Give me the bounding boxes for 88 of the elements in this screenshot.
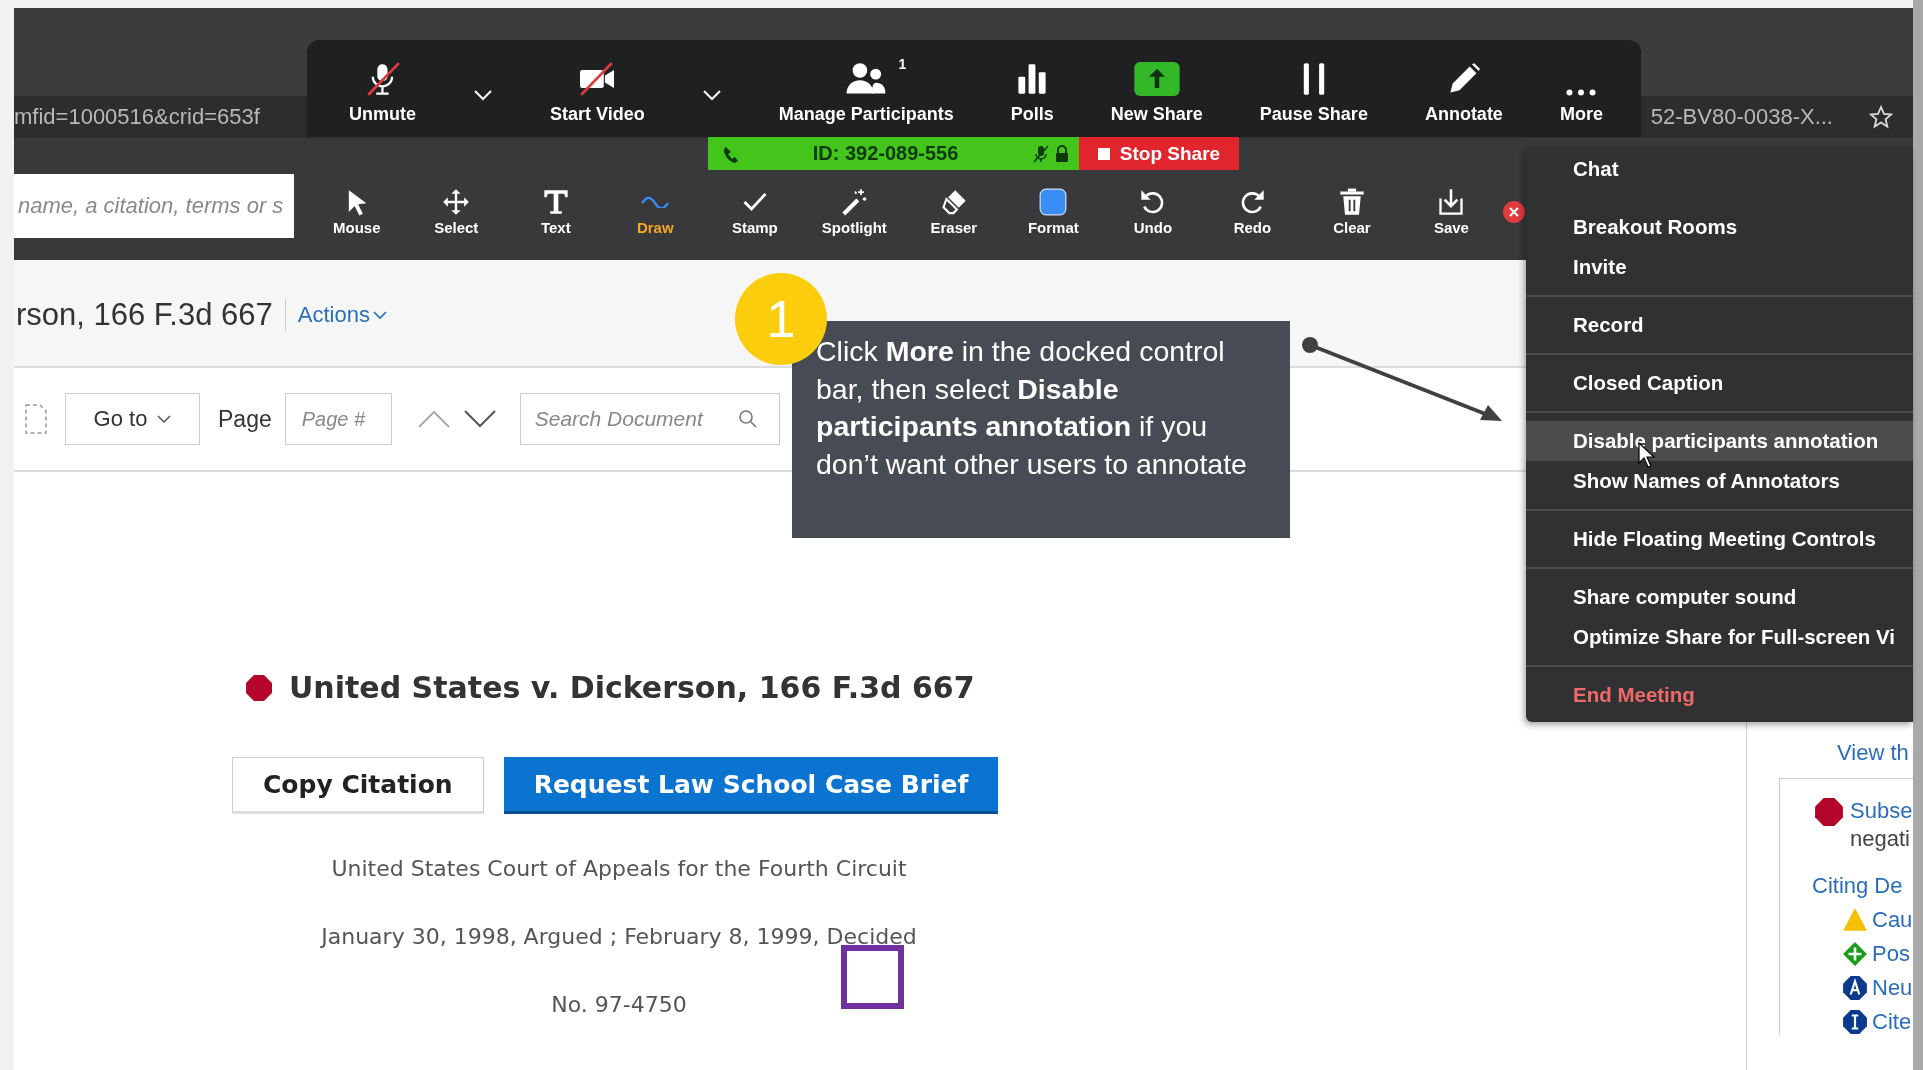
case-title: rson, 166 F.3d 667 (16, 297, 273, 333)
callout-box: Click More in the docked control bar, then select Disable participants annotation if you don’t want other users to annotate (792, 321, 1290, 538)
meeting-control-button[interactable]: New Share (1110, 40, 1203, 137)
move-icon (442, 187, 471, 216)
meeting-control-button[interactable]: Polls (1010, 40, 1054, 137)
caret-icon (473, 88, 493, 101)
annotation-tool[interactable]: Mouse (307, 187, 407, 236)
annotation-tool[interactable]: Redo (1202, 187, 1303, 236)
download-icon (1437, 187, 1466, 216)
participant-count: 1 (898, 56, 907, 72)
chevron-down-icon[interactable] (463, 410, 496, 428)
people-icon (846, 62, 887, 96)
more-icon (1566, 89, 1597, 96)
side-link[interactable]: Subse (1850, 797, 1913, 825)
magic-wand-icon (840, 187, 869, 216)
mic-muted-icon (1033, 144, 1049, 163)
menu-item[interactable]: Hide Floating Meeting Controls (1526, 519, 1913, 559)
lock-icon (1055, 144, 1069, 163)
annotation-tool[interactable]: Format (1003, 187, 1104, 236)
annotation-tool[interactable]: Select (406, 187, 507, 236)
page-number-field[interactable]: Page # (284, 393, 392, 445)
annotation-tool[interactable]: Stamp (705, 187, 805, 236)
meeting-control-button[interactable]: 1 Manage Participants (778, 40, 954, 137)
trash-icon (1337, 187, 1366, 216)
stop-share-button[interactable]: Stop Share (1079, 137, 1239, 170)
octagon-icon (1842, 1009, 1868, 1035)
side-link[interactable]: View th (1747, 740, 1913, 766)
annotation-tool[interactable]: Spotlight (804, 187, 905, 236)
document-text: United States Court of Appeals for the Fourth Circuit (331, 855, 907, 883)
meeting-control-button[interactable]: Unmute (349, 40, 416, 137)
chevron-down-icon (372, 310, 387, 320)
color-swatch-icon (1039, 187, 1068, 216)
stop-icon (1097, 147, 1110, 160)
request-brief-button[interactable]: Request Law School Case Brief (503, 757, 999, 814)
close-icon[interactable] (1503, 200, 1526, 223)
annotation-rectangle (841, 945, 904, 1009)
go-to-dropdown[interactable]: Go to (65, 393, 200, 445)
share-screen-icon (1133, 62, 1180, 96)
menu-item[interactable]: Invite (1526, 247, 1913, 287)
search-document-field[interactable]: Search Document (519, 393, 780, 445)
warning-triangle-icon (1842, 907, 1868, 933)
chevron-down-icon (157, 414, 172, 424)
stop-sign-icon (245, 673, 273, 702)
menu-item[interactable]: Show Names of Annotators (1526, 461, 1913, 501)
menu-item[interactable]: Chat (1526, 149, 1913, 189)
plus-diamond-icon (1842, 941, 1868, 967)
side-link[interactable]: Citing De (1780, 853, 1913, 899)
copy-citation-button[interactable]: Copy Citation (232, 757, 484, 814)
meeting-control-button[interactable]: Annotate (1424, 40, 1503, 137)
search-field[interactable]: name, a citation, terms or s (14, 174, 294, 238)
actions-menu[interactable]: Actions (297, 302, 387, 328)
side-link[interactable]: Pos (1872, 941, 1910, 967)
menu-item[interactable]: Closed Caption (1526, 363, 1913, 403)
scrollbar[interactable] (1913, 0, 1923, 1070)
meeting-control-button[interactable]: More (1559, 40, 1603, 137)
annotation-tool[interactable]: Eraser (904, 187, 1004, 236)
annotation-tool[interactable]: Draw (605, 187, 706, 236)
annotation-tool[interactable]: Text (506, 187, 606, 236)
meeting-control-button[interactable]: Start Video (550, 40, 645, 137)
text-tool-icon (541, 187, 570, 216)
menu-item[interactable]: Disable participants annotation (1526, 421, 1913, 461)
menu-item[interactable]: End Meeting (1526, 675, 1913, 715)
star-icon[interactable] (1869, 105, 1893, 129)
address-text: 52-BV80-0038-X... (1650, 104, 1833, 130)
caret-icon (701, 88, 722, 101)
menu-item[interactable]: Breakout Rooms (1526, 207, 1913, 247)
document-title: United States v. Dickerson, 166 F.3d 667 (289, 670, 975, 705)
document-text: January 30, 1998, Argued ; February 8, 1999, Decided (321, 923, 917, 951)
menu-item[interactable]: Share computer sound (1526, 577, 1913, 617)
side-link[interactable]: Cau (1872, 907, 1913, 933)
menu-item[interactable]: Record (1526, 305, 1913, 345)
annotation-tool[interactable]: Undo (1103, 187, 1203, 236)
octagon-icon (1842, 975, 1868, 1001)
phone-icon (722, 144, 738, 163)
document-text: No. 97-4750 (551, 991, 687, 1019)
wave-line-icon (641, 195, 670, 208)
menu-item[interactable]: Optimize Share for Full-screen Vi (1526, 617, 1913, 657)
side-link[interactable]: Cite (1872, 1009, 1912, 1035)
side-link[interactable]: Neu (1872, 975, 1913, 1001)
search-icon (737, 409, 758, 429)
address-text: mfid=1000516&crid=653f (14, 104, 260, 130)
stop-sign-icon (1814, 797, 1844, 827)
annotation-tool[interactable]: Save (1401, 187, 1502, 236)
meeting-id: ID: 392-089-556 (811, 142, 960, 165)
annotation-tool[interactable]: Clear (1302, 187, 1402, 236)
meeting-control-button[interactable]: Pause Share (1259, 40, 1368, 137)
page-label: Page (218, 405, 272, 433)
side-text: negati (1850, 825, 1911, 853)
